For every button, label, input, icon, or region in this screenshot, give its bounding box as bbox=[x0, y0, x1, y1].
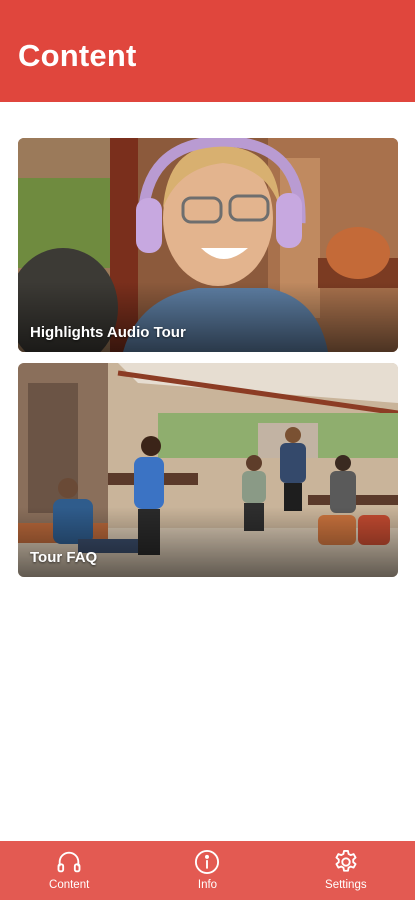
tab-label: Settings bbox=[325, 879, 367, 891]
card-title: Tour FAQ bbox=[30, 549, 98, 566]
card-tour-faq[interactable]: Tour FAQ bbox=[18, 363, 398, 577]
tab-info[interactable]: Info bbox=[138, 841, 276, 900]
bottom-tab-bar: Content Info Settings bbox=[0, 841, 415, 900]
tab-label: Info bbox=[197, 879, 218, 891]
tab-settings[interactable]: Settings bbox=[277, 841, 415, 900]
card-highlights-audio-tour[interactable]: Highlights Audio Tour bbox=[18, 138, 398, 352]
card-title: Highlights Audio Tour bbox=[30, 324, 186, 341]
app-header: Content bbox=[0, 0, 415, 102]
tab-content[interactable]: Content bbox=[0, 841, 138, 900]
headphones-icon bbox=[57, 851, 81, 873]
card-label-shade bbox=[18, 282, 398, 352]
content-list: Highlights Audio Tour Tour FAQ bbox=[18, 138, 398, 588]
gear-icon bbox=[335, 849, 357, 872]
card-label-shade bbox=[18, 507, 398, 577]
tab-label: Content bbox=[49, 879, 90, 891]
page-title: Content bbox=[18, 38, 137, 73]
info-icon bbox=[195, 849, 220, 875]
